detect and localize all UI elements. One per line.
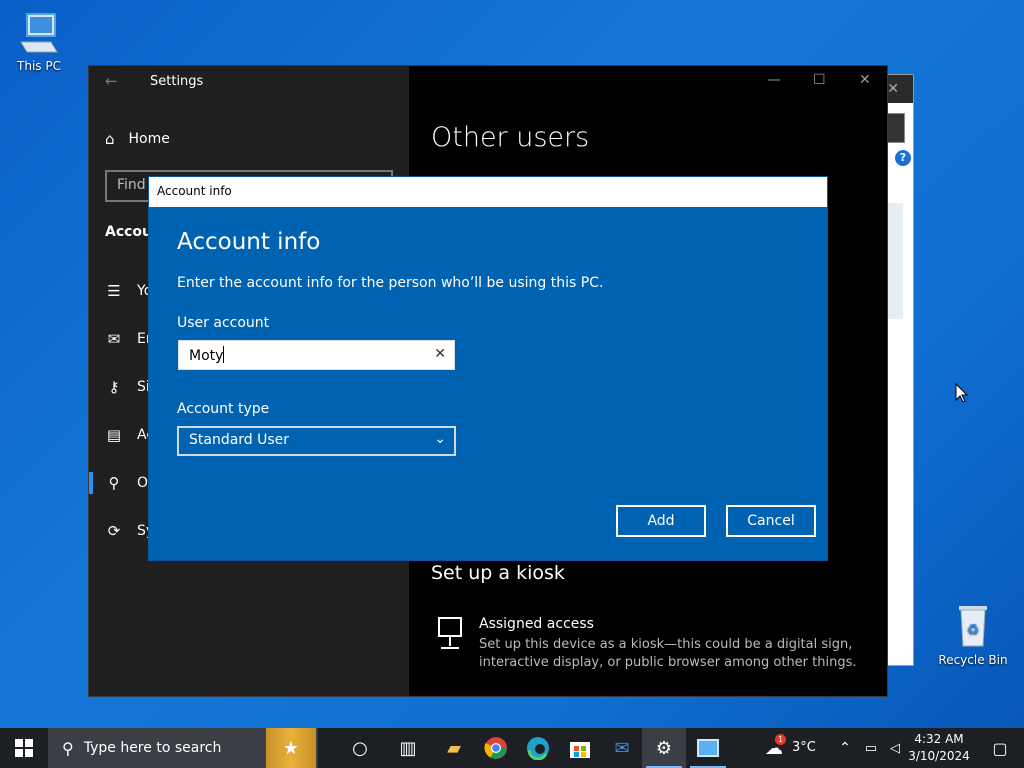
account-type-label: Account type xyxy=(177,401,270,417)
edge-icon[interactable] xyxy=(516,728,560,768)
cancel-button[interactable]: Cancel xyxy=(726,505,816,537)
taskbar: ⚲ Type here to search ★ ○ ▥ ▰ ✉ ⚙ ☁ 1 3°… xyxy=(0,728,1024,768)
volume-icon[interactable]: ◁ xyxy=(882,728,908,768)
weather-badge: 1 xyxy=(775,734,786,745)
mail-icon[interactable]: ✉ xyxy=(600,728,644,768)
user-account-label: User account xyxy=(177,315,270,331)
control-panel-icon[interactable] xyxy=(686,728,730,768)
home-icon: ⌂ xyxy=(105,130,115,148)
cortana-icon[interactable]: ○ xyxy=(338,728,382,768)
back-arrow-icon[interactable]: ← xyxy=(105,72,118,90)
gear-icon: ⚙ xyxy=(655,737,673,759)
start-button[interactable] xyxy=(2,728,46,768)
add-button[interactable]: Add xyxy=(616,505,706,537)
sidebar-item-email[interactable]: ✉ Er xyxy=(105,330,152,348)
dialog-heading: Account info xyxy=(177,229,321,255)
chrome-icon[interactable] xyxy=(474,728,518,768)
sidebar-item-label: Home xyxy=(128,131,170,147)
briefcase-icon: ▤ xyxy=(106,426,122,444)
task-view-icon[interactable]: ▥ xyxy=(386,728,430,768)
clock-time[interactable]: 4:32 AM xyxy=(906,732,972,746)
dialog-description: Enter the account info for the person wh… xyxy=(177,275,604,291)
chrome-logo-icon xyxy=(484,737,507,759)
window-app-icon xyxy=(697,739,719,757)
edge-logo-icon xyxy=(527,737,549,760)
desktop-icon-recycle-bin[interactable]: ♻ Recycle Bin xyxy=(938,602,1008,667)
user-account-value: Moty xyxy=(189,348,224,364)
desktop-icon-this-pc[interactable]: This PC xyxy=(4,10,74,73)
page-title: Other users xyxy=(431,122,590,153)
sidebar-item-sync[interactable]: ⟳ Sy xyxy=(105,522,154,540)
add-person-icon: ⚲ xyxy=(108,474,120,492)
help-icon[interactable]: ? xyxy=(895,150,911,166)
account-info-dialog[interactable]: Account info Account info Enter the acco… xyxy=(148,176,828,561)
file-explorer-icon[interactable]: ▰ xyxy=(432,728,476,768)
network-icon[interactable]: ▭ xyxy=(858,728,884,768)
maximize-icon[interactable]: ☐ xyxy=(813,72,826,88)
text-caret xyxy=(223,346,225,363)
sidebar-item-other-users[interactable]: ⚲ Ot xyxy=(105,474,154,492)
chevron-down-icon: ⌄ xyxy=(434,431,446,447)
active-indicator xyxy=(89,472,93,494)
weather-temperature[interactable]: 3°C xyxy=(792,740,816,755)
sync-icon: ⟳ xyxy=(107,522,121,540)
close-icon[interactable]: ✕ xyxy=(859,72,871,88)
close-icon[interactable]: ✕ xyxy=(887,81,899,97)
account-type-select[interactable]: Standard User ⌄ xyxy=(177,426,456,456)
find-setting-placeholder: Find xyxy=(117,177,146,193)
computer-icon xyxy=(20,13,58,53)
kiosk-icon xyxy=(438,617,462,649)
sidebar-item-sign-in[interactable]: ⚷ Si xyxy=(105,378,150,396)
kiosk-heading: Set up a kiosk xyxy=(431,562,565,584)
search-icon: ⚲ xyxy=(62,738,74,758)
key-icon: ⚷ xyxy=(108,378,120,396)
sidebar-item-access-work[interactable]: ▤ Ac xyxy=(105,426,154,444)
search-highlights-icon[interactable]: ★ xyxy=(266,728,316,768)
assigned-access-title: Assigned access xyxy=(479,616,594,632)
weather-icon[interactable]: ☁ xyxy=(752,728,796,768)
person-list-icon: ☰ xyxy=(107,282,121,300)
store-icon[interactable] xyxy=(558,728,602,768)
recycle-bin-icon: ♻ xyxy=(959,606,987,647)
desktop-icon-label: This PC xyxy=(17,59,61,73)
user-account-input[interactable]: Moty ✕ xyxy=(178,340,455,370)
assigned-access-description: Set up this device as a kiosk—this could… xyxy=(479,637,857,670)
clear-icon[interactable]: ✕ xyxy=(434,346,446,362)
desktop-icon-label: Recycle Bin xyxy=(938,653,1008,667)
svg-text:♻: ♻ xyxy=(967,622,980,638)
sidebar-item-your-info[interactable]: ☰ Yo xyxy=(105,282,152,300)
account-type-value: Standard User xyxy=(189,432,290,448)
windows-logo-icon xyxy=(15,739,33,757)
taskbar-search-box[interactable]: ⚲ Type here to search ★ xyxy=(48,728,318,768)
settings-window-title: Settings xyxy=(150,74,204,89)
clock-date[interactable]: 3/10/2024 xyxy=(906,749,972,763)
notifications-icon[interactable]: ▢ xyxy=(978,728,1022,768)
mouse-cursor-icon xyxy=(955,383,969,403)
chevron-up-icon[interactable]: ⌃ xyxy=(830,728,860,768)
minimize-icon[interactable]: — xyxy=(767,72,781,88)
sidebar-section-heading: Accou xyxy=(105,224,153,240)
search-placeholder: Type here to search xyxy=(83,740,222,756)
settings-taskbar-icon[interactable]: ⚙ xyxy=(642,728,686,768)
store-logo-icon xyxy=(570,742,590,758)
mail-icon: ✉ xyxy=(107,330,121,348)
dialog-titlebar: Account info xyxy=(149,177,827,207)
sidebar-item-home[interactable]: ⌂ Home xyxy=(105,130,170,148)
